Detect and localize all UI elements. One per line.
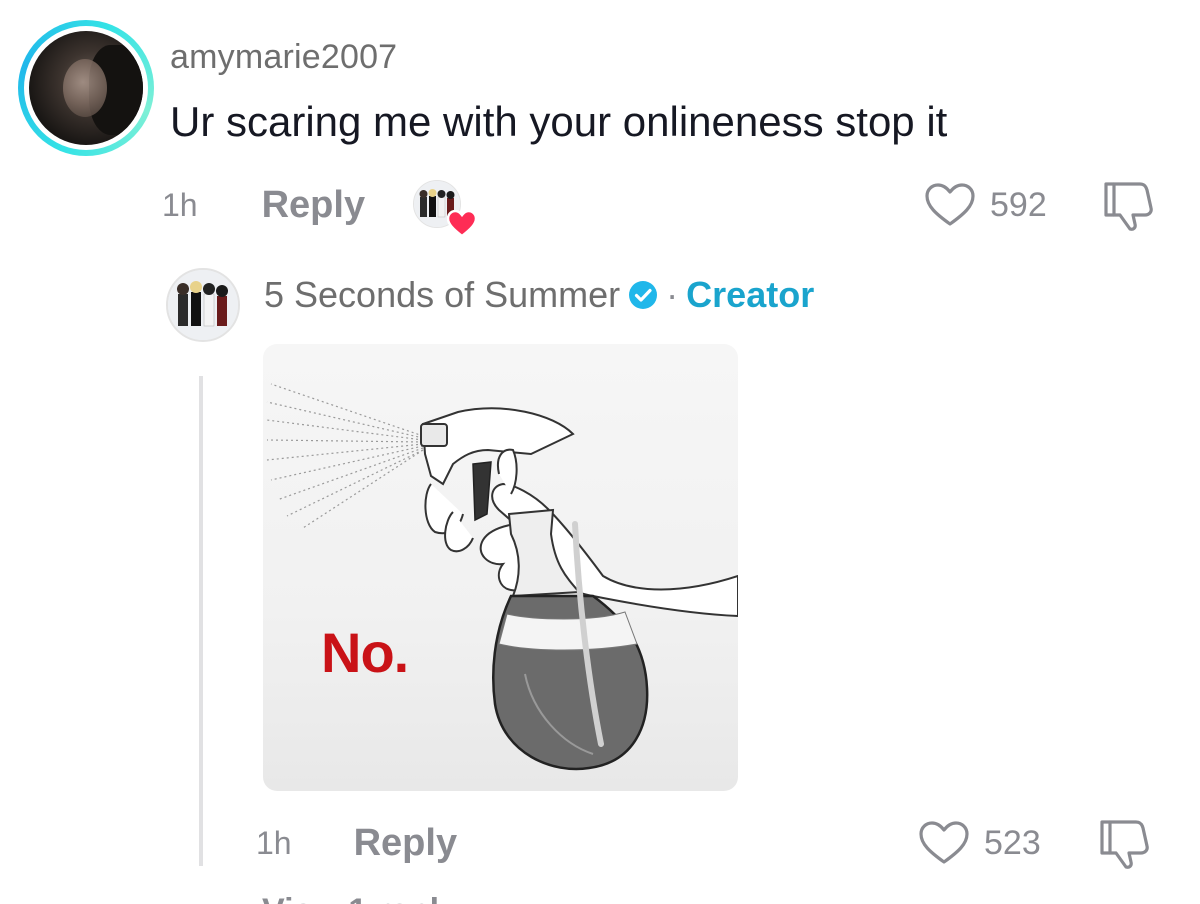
reply-avatar[interactable] — [166, 268, 240, 342]
comment-text: Ur scaring me with your onlineness stop … — [170, 98, 948, 145]
creator-liked-badge — [413, 180, 478, 238]
reply-like-button[interactable]: 523 — [918, 820, 1041, 866]
heart-outline-icon — [919, 821, 969, 864]
comments-page: amymarie2007 Ur scaring me with your onl… — [0, 0, 1200, 904]
spray-bottle-illustration — [266, 383, 738, 771]
reply-header: 5 Seconds of Summer · Creator — [264, 272, 814, 318]
reply-like-count: 523 — [984, 823, 1041, 862]
thread-line — [199, 376, 203, 866]
avatar-photo — [29, 31, 143, 145]
reply-author-name[interactable]: 5 Seconds of Summer — [264, 274, 620, 316]
commenter-avatar[interactable] — [18, 20, 154, 156]
comment-time: 1h — [162, 186, 198, 223]
comment-username[interactable]: amymarie2007 — [170, 38, 397, 77]
comment-meta: 1h Reply — [162, 180, 478, 238]
thumbs-down-icon[interactable] — [1100, 180, 1156, 232]
reply-reply-button[interactable]: Reply — [354, 822, 457, 865]
comment-like-count: 592 — [990, 185, 1047, 224]
comment-like-button[interactable]: 592 — [924, 182, 1047, 228]
comment-reply-button[interactable]: Reply — [262, 184, 365, 227]
creator-liked-heart-icon — [447, 210, 478, 238]
view-replies-link[interactable]: View 1 reply — [262, 892, 458, 904]
thumbs-down-icon[interactable] — [1096, 818, 1152, 870]
verified-check-icon — [629, 281, 658, 309]
separator-dot: · — [666, 274, 679, 315]
creator-badge: Creator — [686, 274, 815, 315]
reply-time: 1h — [256, 824, 292, 861]
reply-meta: 1h Reply — [256, 818, 457, 868]
meme-text: No. — [321, 621, 409, 684]
reply-image[interactable]: No. — [263, 344, 738, 791]
heart-outline-icon — [925, 183, 975, 226]
